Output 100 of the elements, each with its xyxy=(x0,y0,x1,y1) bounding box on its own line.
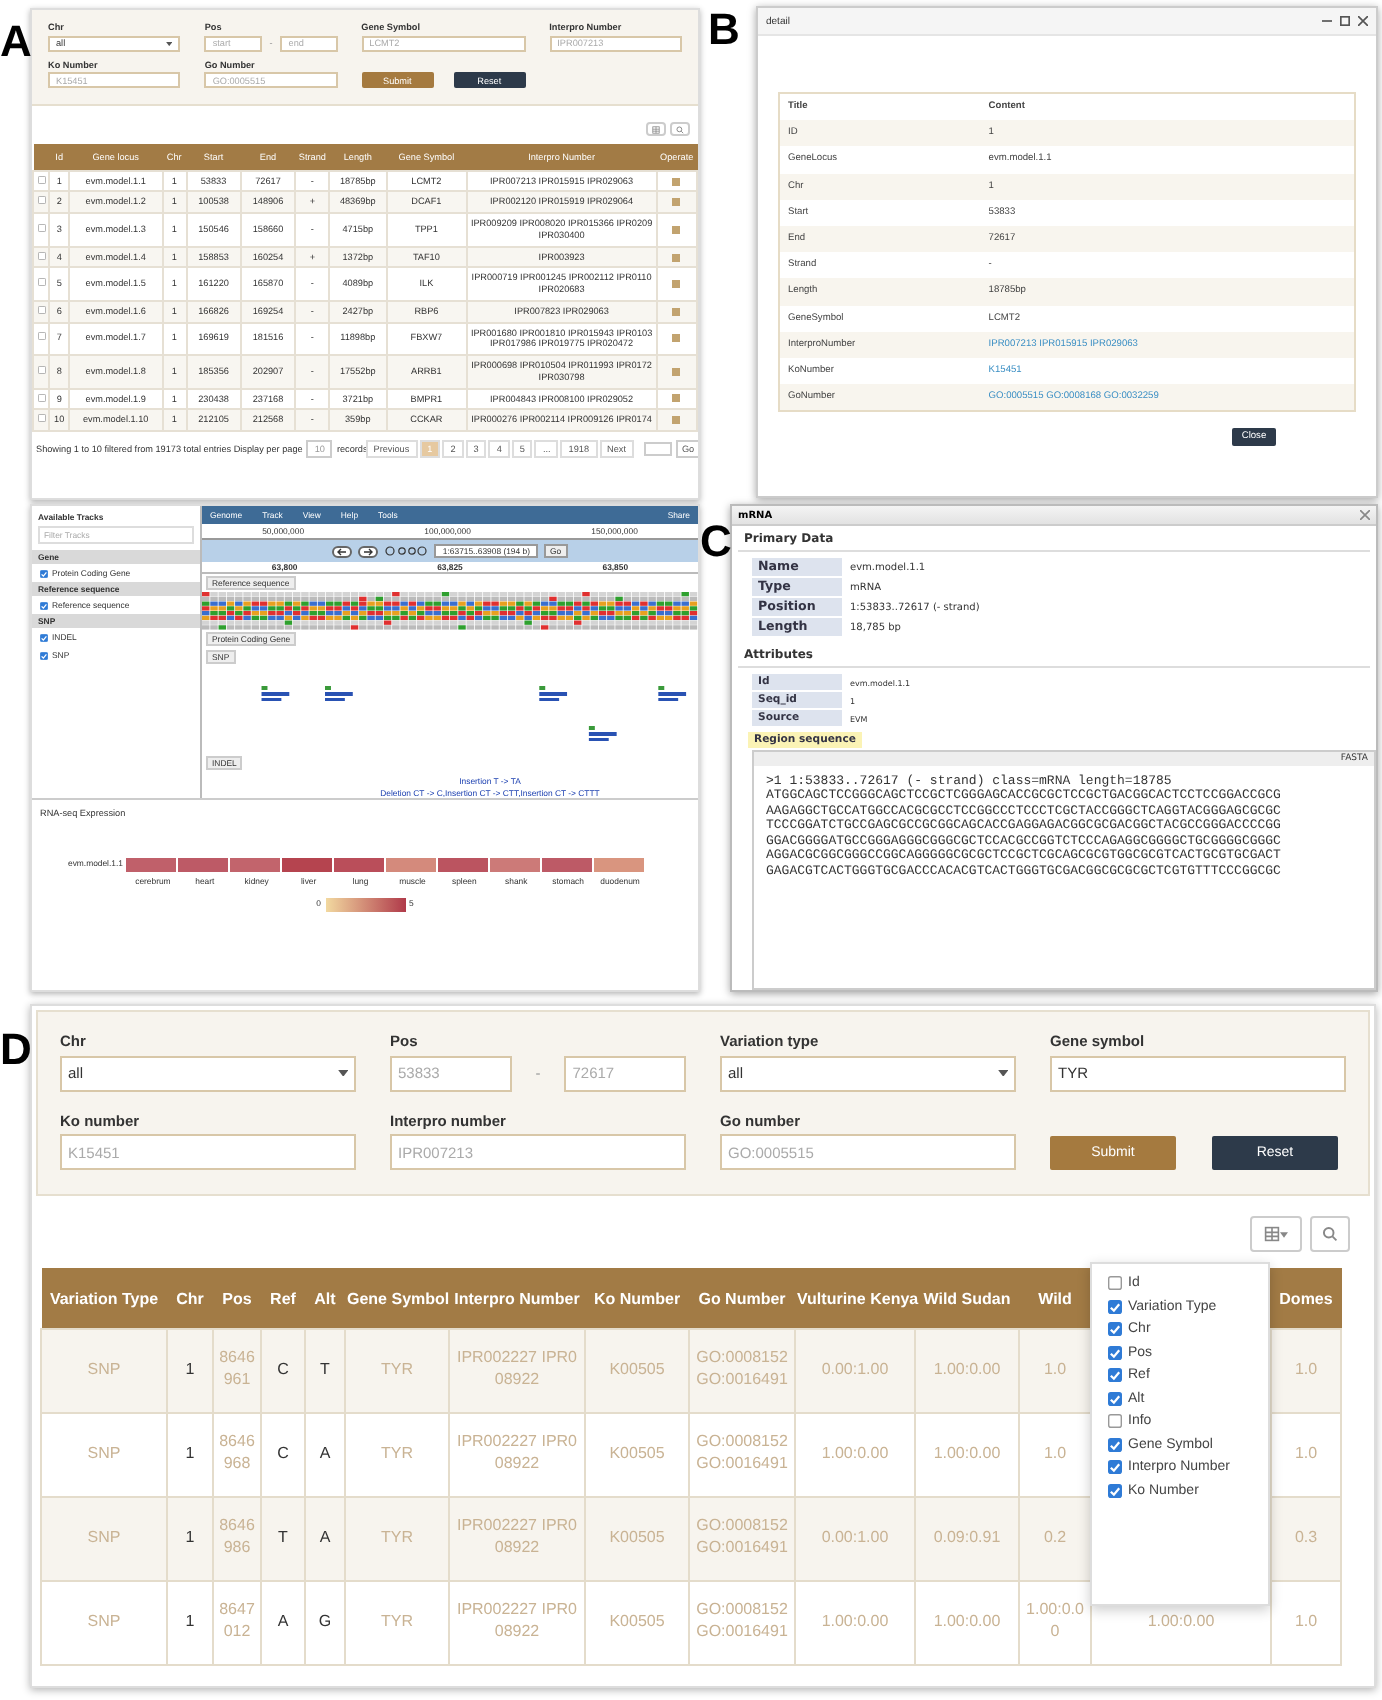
column-header: Chr xyxy=(167,1268,213,1329)
detail-icon[interactable] xyxy=(672,367,681,376)
caret-icon xyxy=(166,41,173,46)
column-header: Gene Symbol xyxy=(345,1268,449,1329)
panel-label: D xyxy=(0,1024,32,1076)
table-cell: K00505 xyxy=(585,1580,689,1665)
checkbox[interactable] xyxy=(37,332,46,341)
table-cell: 8646986 xyxy=(213,1496,261,1581)
checkbox[interactable] xyxy=(1108,1414,1122,1428)
checkbox[interactable] xyxy=(1108,1460,1122,1474)
table-cell: 1.0 xyxy=(1019,1412,1091,1497)
minimize-icon[interactable] xyxy=(1322,16,1332,26)
table-cell: 1.0 xyxy=(1271,1580,1341,1665)
caret-icon xyxy=(1280,1231,1288,1238)
page-input[interactable] xyxy=(643,442,672,456)
columns-icon xyxy=(1264,1226,1280,1243)
table-cell: 0.00:1.00 xyxy=(795,1496,915,1581)
table-cell: 1.00:0.00 xyxy=(915,1328,1019,1413)
checkbox[interactable] xyxy=(37,251,46,260)
column-header: Vulturine Kenya xyxy=(795,1268,915,1329)
table-cell: GO:0008152 GO:0016491 xyxy=(689,1496,795,1581)
checkbox[interactable] xyxy=(40,569,48,577)
table-cell: SNP xyxy=(41,1580,167,1665)
detail-icon[interactable] xyxy=(672,280,681,289)
table-cell: 1.0 xyxy=(1019,1328,1091,1413)
checkbox[interactable] xyxy=(1108,1437,1122,1451)
checkbox[interactable] xyxy=(1108,1299,1122,1313)
detail-icon[interactable] xyxy=(672,307,681,316)
search-icon xyxy=(1322,1226,1338,1243)
checkbox[interactable] xyxy=(1108,1322,1122,1336)
checkbox[interactable] xyxy=(37,305,46,314)
detail-icon[interactable] xyxy=(672,416,681,425)
checkbox[interactable] xyxy=(40,601,48,609)
table-cell: T xyxy=(305,1328,345,1413)
checkbox[interactable] xyxy=(37,365,46,374)
detail-icon[interactable] xyxy=(672,394,681,403)
close-icon[interactable] xyxy=(1358,16,1368,26)
checkbox[interactable] xyxy=(40,651,48,659)
search-button[interactable] xyxy=(670,122,690,137)
table-cell: 1 xyxy=(167,1580,213,1665)
checkbox[interactable] xyxy=(37,278,46,287)
caret-icon xyxy=(997,1069,1008,1077)
table-cell: IPR002227 IPR008922 xyxy=(449,1328,585,1413)
detail-icon[interactable] xyxy=(672,177,681,186)
close-icon[interactable] xyxy=(1360,510,1370,520)
table-cell: C xyxy=(261,1412,305,1497)
table-cell: 1.00:0.00 xyxy=(795,1412,915,1497)
table-cell: K00505 xyxy=(585,1496,689,1581)
table-cell: 1 xyxy=(167,1496,213,1581)
panel-label: A xyxy=(0,16,32,68)
checkbox[interactable] xyxy=(1108,1276,1122,1290)
search-button[interactable] xyxy=(1310,1216,1350,1253)
columns-button[interactable] xyxy=(646,122,666,137)
checkbox[interactable] xyxy=(37,414,46,423)
table-cell: 1.0 xyxy=(1271,1328,1341,1413)
table-cell: TYR xyxy=(345,1412,449,1497)
column-header: Ko Number xyxy=(585,1268,689,1329)
table-cell: T xyxy=(261,1496,305,1581)
arrow-left-icon[interactable] xyxy=(332,545,353,557)
table-cell: 1.0 xyxy=(1271,1412,1341,1497)
column-header: Ref xyxy=(261,1268,305,1329)
table-cell: 8646961 xyxy=(213,1328,261,1413)
checkbox[interactable] xyxy=(1108,1483,1122,1497)
checkbox[interactable] xyxy=(1108,1391,1122,1405)
zoom-icon[interactable] xyxy=(384,545,429,557)
checkbox[interactable] xyxy=(1108,1345,1122,1359)
caret-icon xyxy=(337,1069,348,1077)
maximize-icon[interactable] xyxy=(1340,16,1350,26)
table-cell: 1.00:0.00 xyxy=(915,1412,1019,1497)
table-cell: TYR xyxy=(345,1328,449,1413)
table-cell: TYR xyxy=(345,1496,449,1581)
table-cell: 1 xyxy=(167,1328,213,1413)
column-header: Alt xyxy=(305,1268,345,1329)
checkbox[interactable] xyxy=(37,224,46,233)
checkbox[interactable] xyxy=(37,393,46,402)
checkbox[interactable] xyxy=(40,633,48,641)
table-cell: TYR xyxy=(345,1580,449,1665)
detail-icon[interactable] xyxy=(672,334,681,343)
checkbox[interactable] xyxy=(37,175,46,184)
checkbox[interactable] xyxy=(1108,1368,1122,1382)
table-cell: 1 xyxy=(167,1412,213,1497)
columns-button[interactable] xyxy=(1250,1216,1302,1253)
table-cell: 1.00:0.00 xyxy=(915,1580,1019,1665)
column-header: Domes xyxy=(1271,1268,1341,1329)
table-cell: C xyxy=(261,1328,305,1413)
table-cell: 8646968 xyxy=(213,1412,261,1497)
arrow-right-icon[interactable] xyxy=(358,545,379,557)
table-cell: A xyxy=(261,1580,305,1665)
table-cell: G xyxy=(305,1580,345,1665)
column-header: Pos xyxy=(213,1268,261,1329)
detail-icon[interactable] xyxy=(672,253,681,262)
detail-icon[interactable] xyxy=(672,198,681,207)
table-cell: GO:0008152 GO:0016491 xyxy=(689,1328,795,1413)
detail-icon[interactable] xyxy=(672,225,681,234)
column-header: Variation Type xyxy=(41,1268,167,1329)
table-cell: 0.2 xyxy=(1019,1496,1091,1581)
checkbox[interactable] xyxy=(37,196,46,205)
search-icon xyxy=(676,125,684,134)
table-cell: SNP xyxy=(41,1328,167,1413)
table-cell: 0.3 xyxy=(1271,1496,1341,1581)
